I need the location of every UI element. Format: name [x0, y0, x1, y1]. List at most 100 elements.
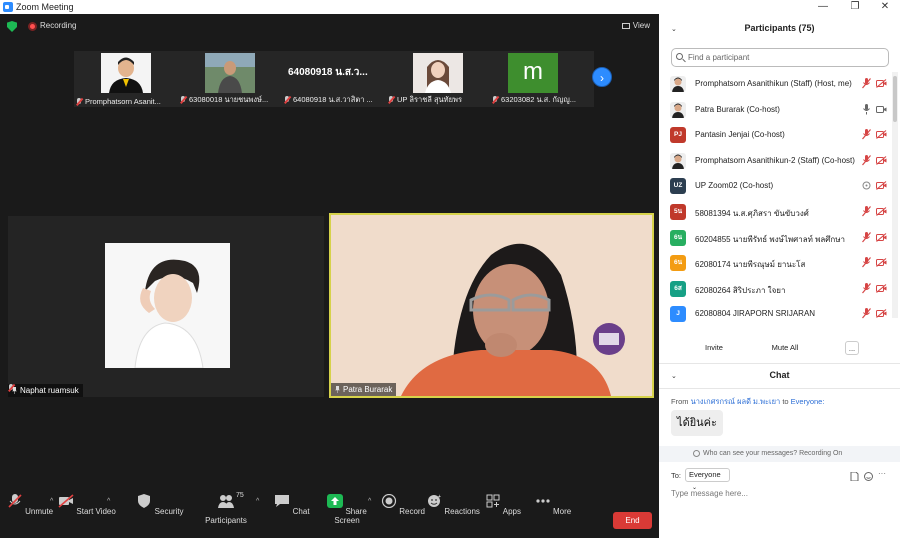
participants-scrollbar[interactable]: [892, 72, 898, 318]
file-icon[interactable]: [850, 472, 859, 481]
share-options-caret[interactable]: ^: [368, 498, 371, 505]
participant-video: [331, 215, 652, 396]
more-button[interactable]: More: [523, 494, 583, 516]
chat-button[interactable]: Chat: [262, 494, 322, 516]
view-button[interactable]: View: [621, 21, 650, 30]
mic-on-icon: [863, 103, 870, 115]
close-button[interactable]: ✕: [870, 0, 900, 14]
thumbnail-tile[interactable]: Promphatsorn Asanit...: [74, 51, 178, 107]
share-screen-icon: [327, 494, 344, 508]
video-tile-naphat[interactable]: Naphat ruamsuk: [8, 216, 324, 397]
recording-label: Recording: [40, 21, 77, 30]
more-options-button[interactable]: ...: [845, 341, 859, 355]
video-off-icon: [876, 283, 887, 293]
participant-row[interactable]: PJ Pantasin Jenjai (Co-host): [659, 123, 892, 148]
from-label: From: [671, 397, 689, 406]
to-label: To:: [671, 471, 682, 480]
chat-label: Chat: [292, 507, 310, 516]
mic-muted-icon: [8, 494, 22, 508]
more-label: More: [553, 507, 572, 516]
participant-avatar: [670, 76, 686, 92]
chat-input[interactable]: Type message here...: [671, 489, 748, 498]
mic-muted-icon: [180, 96, 186, 103]
recipient-name[interactable]: Everyone:: [791, 397, 825, 406]
panel-divider: [659, 388, 900, 389]
unmute-label: Unmute: [25, 507, 54, 516]
scrollbar-thumb[interactable]: [893, 76, 897, 122]
share-screen-label: Share Screen: [334, 507, 367, 525]
video-tile-patra[interactable]: Patra Burarak: [329, 213, 654, 398]
record-icon: [381, 493, 397, 509]
meeting-area: Recording View Promphatsorn Asanit... 63…: [0, 14, 659, 538]
participant-photo: [205, 53, 255, 93]
minimize-button[interactable]: —: [808, 0, 838, 14]
video-off-icon: [876, 309, 887, 319]
thumbnail-name: 63203082 น.ส. กัญญู...: [501, 95, 576, 104]
participants-count: 75: [236, 492, 244, 499]
security-shield-icon[interactable]: [7, 21, 17, 32]
participants-options-caret[interactable]: ^: [256, 498, 259, 505]
participant-row[interactable]: 6น 62080174 นายพีรณุษม์ ยานะโส: [659, 251, 892, 276]
participant-row[interactable]: Promphatsorn Asanithikun-2 (Staff) (Co-h…: [659, 149, 892, 174]
panel-divider: [659, 363, 900, 364]
view-label: View: [632, 21, 650, 30]
reactions-icon: +: [428, 494, 441, 507]
thumbnail-name: Promphatsorn Asanit...: [85, 97, 161, 106]
participant-avatar: 6น: [670, 229, 686, 246]
participant-name: Pantasin Jenjai (Co-host): [695, 130, 785, 140]
thumbnail-tile[interactable]: 64080918 น.ส.ว... 64080918 น.ส.วาสิตา ..…: [282, 51, 386, 107]
participant-row[interactable]: 6น 60204855 นายพีรัทธ์ พงษ์ไพศาลท์ พลศึกษ…: [659, 226, 892, 251]
participants-icon: [218, 495, 234, 508]
participant-avatar: UZ: [670, 178, 686, 195]
audio-options-caret[interactable]: ^: [50, 498, 53, 505]
grid-view-icon: [621, 22, 630, 29]
participant-row[interactable]: Promphatsorn Asanithikun (Staff) (Host, …: [659, 72, 892, 97]
chat-icon: [275, 495, 290, 507]
end-meeting-button[interactable]: End: [613, 512, 652, 529]
video-options-caret[interactable]: ^: [107, 498, 110, 505]
tile-name: Naphat ruamsuk: [20, 386, 79, 395]
participant-row[interactable]: 5น 58081394 น.ส.ศุภิสรา ขันขับวงศ์: [659, 200, 892, 225]
chat-more-icon[interactable]: ···: [878, 469, 886, 478]
participant-avatar: 6น: [670, 255, 686, 272]
participant-row[interactable]: Patra Burarak (Co-host): [659, 98, 892, 123]
thumbnail-tile[interactable]: UP ลิราชลี สุนทัยพร: [386, 51, 490, 107]
participant-row[interactable]: 6ส 62080264 สิริประภา ใจยา: [659, 277, 892, 302]
side-panel: ⌄ Participants (75) Find a participant P…: [659, 14, 900, 538]
participant-search-input[interactable]: Find a participant: [671, 48, 889, 67]
participant-search-placeholder: Find a participant: [688, 53, 750, 62]
chat-title: Chat: [769, 370, 790, 380]
security-button[interactable]: Security: [130, 494, 190, 516]
start-video-label: Start Video: [76, 507, 116, 516]
emoji-icon[interactable]: [864, 472, 873, 481]
shield-icon: [138, 494, 151, 508]
apps-icon: [486, 494, 500, 508]
maximize-button[interactable]: ❐: [840, 0, 870, 14]
video-off-icon: [876, 232, 887, 242]
zoom-logo-icon: [3, 2, 13, 12]
mute-all-button[interactable]: Mute All: [767, 341, 803, 355]
thumbnail-name: 63080018 นายชนพงษ์...: [189, 95, 269, 104]
thumbnail-tile[interactable]: m 63203082 น.ส. กัญญู...: [490, 51, 594, 107]
participants-button[interactable]: 75 Participants: [196, 492, 256, 525]
meeting-topbar: Recording View: [0, 14, 659, 40]
video-on-icon: [876, 105, 887, 113]
participant-row[interactable]: UZ UP Zoom02 (Co-host): [659, 174, 892, 199]
next-page-button[interactable]: ›: [592, 67, 612, 87]
participant-avatar: 5น: [670, 204, 686, 220]
invite-button[interactable]: Invite: [703, 341, 725, 355]
thumbnail-tile[interactable]: 63080018 นายชนพงษ์...: [178, 51, 282, 107]
participant-avatar: J: [670, 306, 686, 323]
sender-name[interactable]: นางเกศรกรณ์ ผลดี ม.พะเยา: [691, 397, 781, 406]
recipient-select[interactable]: Everyone ⌄: [685, 468, 730, 491]
video-off-icon: [876, 207, 887, 216]
chat-privacy-notice[interactable]: Who can see your messages? Recording On: [659, 446, 900, 462]
participant-row[interactable]: J 62080804 JIRAPORN SRIJARAN: [659, 302, 892, 327]
mic-muted-icon: [862, 282, 871, 294]
mic-muted-icon: [862, 257, 871, 268]
mic-muted-icon: [284, 96, 290, 103]
window-title: Zoom Meeting: [16, 2, 74, 12]
participant-name: 62080264 สิริประภา ใจยา: [695, 285, 786, 295]
video-off-icon: [876, 130, 887, 140]
mic-muted-icon: [76, 98, 82, 105]
